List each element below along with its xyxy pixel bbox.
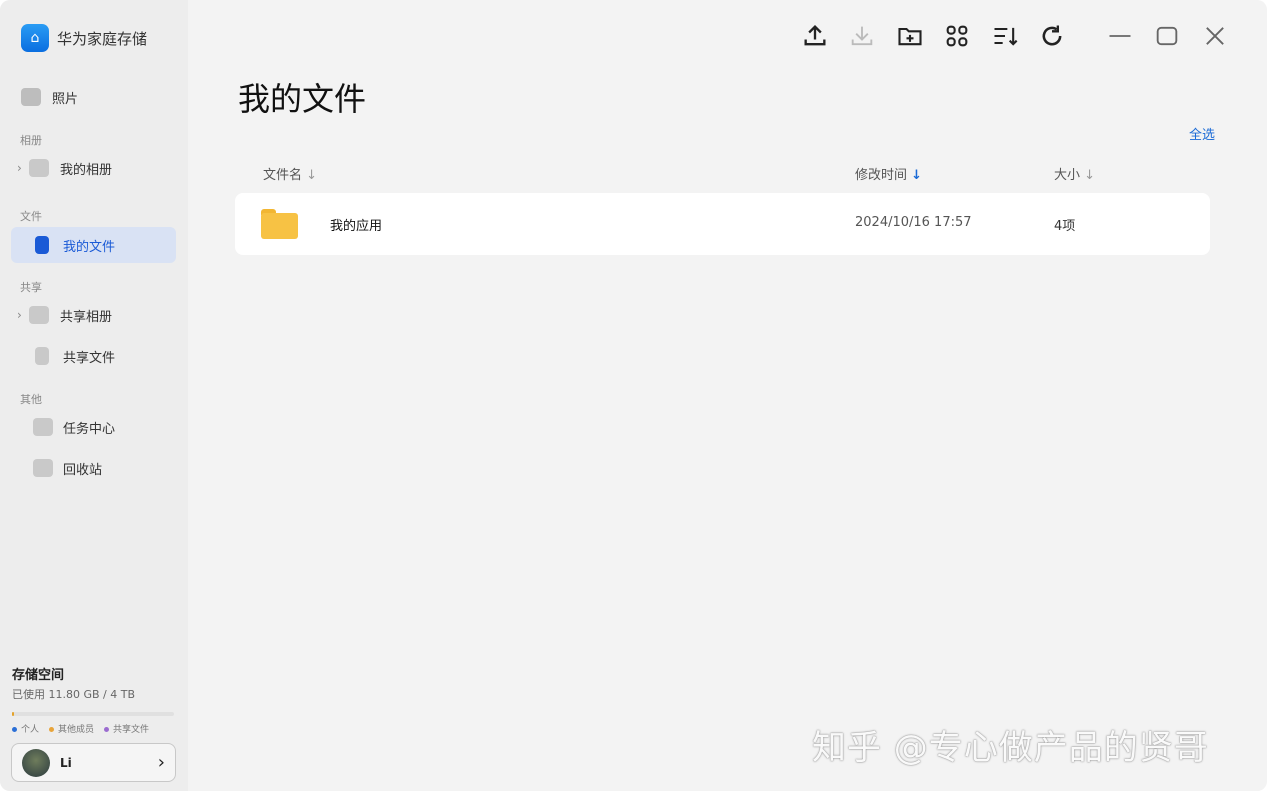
download-icon[interactable] [848, 22, 876, 50]
legend-other-members: 其他成员 [49, 722, 94, 735]
image-icon [21, 88, 41, 106]
file-modified: 2024/10/16 17:57 [855, 215, 972, 230]
table-row[interactable]: 我的应用 2024/10/16 17:57 4项 [235, 193, 1210, 255]
refresh-icon[interactable] [1038, 22, 1066, 50]
storage-legend: 个人 其他成员 共享文件 [12, 722, 174, 735]
file-size: 4项 [1054, 219, 1076, 234]
page-title: 我的文件 [238, 80, 367, 118]
sidebar-item-my-albums[interactable]: › 我的相册 [11, 150, 176, 186]
sidebar-item-label: 照片 [52, 91, 79, 107]
file-icon [35, 236, 49, 254]
chevron-right-icon[interactable]: › [17, 308, 29, 322]
section-shared: 共享 [20, 281, 42, 294]
shared-file-icon [35, 347, 49, 365]
storage-bar [12, 712, 174, 716]
sidebar-item-label: 回收站 [63, 462, 103, 478]
album-icon [29, 159, 49, 177]
avatar [22, 748, 50, 777]
maximize-icon[interactable] [1153, 22, 1181, 50]
app-window: ⌂ 华为家庭存储 照片 相册 › 我的相册 文件 我的文件 共享 › 共享相册 … [0, 0, 1267, 791]
storage-title: 存储空间 [12, 668, 65, 683]
app-title: 华为家庭存储 [57, 29, 148, 48]
home-storage-icon: ⌂ [21, 24, 49, 52]
sidebar-item-recycle-bin[interactable]: 回收站 [11, 450, 176, 486]
sidebar: ⌂ 华为家庭存储 照片 相册 › 我的相册 文件 我的文件 共享 › 共享相册 … [0, 0, 188, 791]
sidebar-item-shared-files[interactable]: 共享文件 [11, 338, 176, 374]
sidebar-item-shared-albums[interactable]: › 共享相册 [11, 297, 176, 333]
chevron-right-icon[interactable]: › [17, 161, 29, 175]
select-all-button[interactable]: 全选 [1189, 124, 1215, 143]
column-header-modified[interactable]: 修改时间 ↓ [855, 164, 922, 183]
shared-album-icon [29, 306, 49, 324]
storage-panel: 存储空间 已使用 11.80 GB / 4 TB 个人 其他成员 共享文件 [12, 664, 174, 735]
sort-icon[interactable] [991, 22, 1019, 50]
column-header-name[interactable]: 文件名 ↓ [263, 164, 317, 183]
file-name: 我的应用 [330, 219, 383, 234]
section-files: 文件 [20, 210, 42, 223]
legend-shared-files: 共享文件 [104, 722, 149, 735]
sidebar-item-task-center[interactable]: 任务中心 [11, 409, 176, 445]
upload-icon[interactable] [801, 22, 829, 50]
sidebar-item-my-files[interactable]: 我的文件 [11, 227, 176, 263]
section-albums: 相册 [20, 134, 42, 147]
new-folder-icon[interactable] [896, 22, 924, 50]
sidebar-item-label: 任务中心 [63, 421, 116, 437]
legend-personal: 个人 [12, 722, 39, 735]
sidebar-item-label: 共享相册 [60, 309, 113, 325]
sidebar-item-label: 我的相册 [60, 162, 113, 178]
app-logo: ⌂ 华为家庭存储 [21, 24, 147, 52]
user-account-button[interactable]: Li › [11, 743, 176, 782]
storage-usage: 已使用 11.80 GB / 4 TB [12, 688, 136, 701]
chevron-right-icon: › [157, 752, 165, 773]
storage-bar-fill [12, 712, 14, 716]
folder-icon [261, 209, 298, 239]
grid-view-icon[interactable] [943, 22, 971, 50]
close-icon[interactable] [1201, 22, 1229, 50]
user-name: Li [60, 755, 72, 770]
sidebar-item-label: 共享文件 [63, 350, 116, 366]
minimize-icon[interactable] [1106, 22, 1134, 50]
watermark: 知乎 @专心做产品的贤哥 [812, 728, 1209, 768]
sidebar-item-photos[interactable]: 照片 [11, 79, 176, 115]
sidebar-item-label: 我的文件 [63, 239, 116, 255]
section-other: 其他 [20, 393, 42, 406]
trash-icon [33, 459, 53, 477]
column-header-size[interactable]: 大小 ↓ [1054, 164, 1095, 183]
task-icon [33, 418, 53, 436]
